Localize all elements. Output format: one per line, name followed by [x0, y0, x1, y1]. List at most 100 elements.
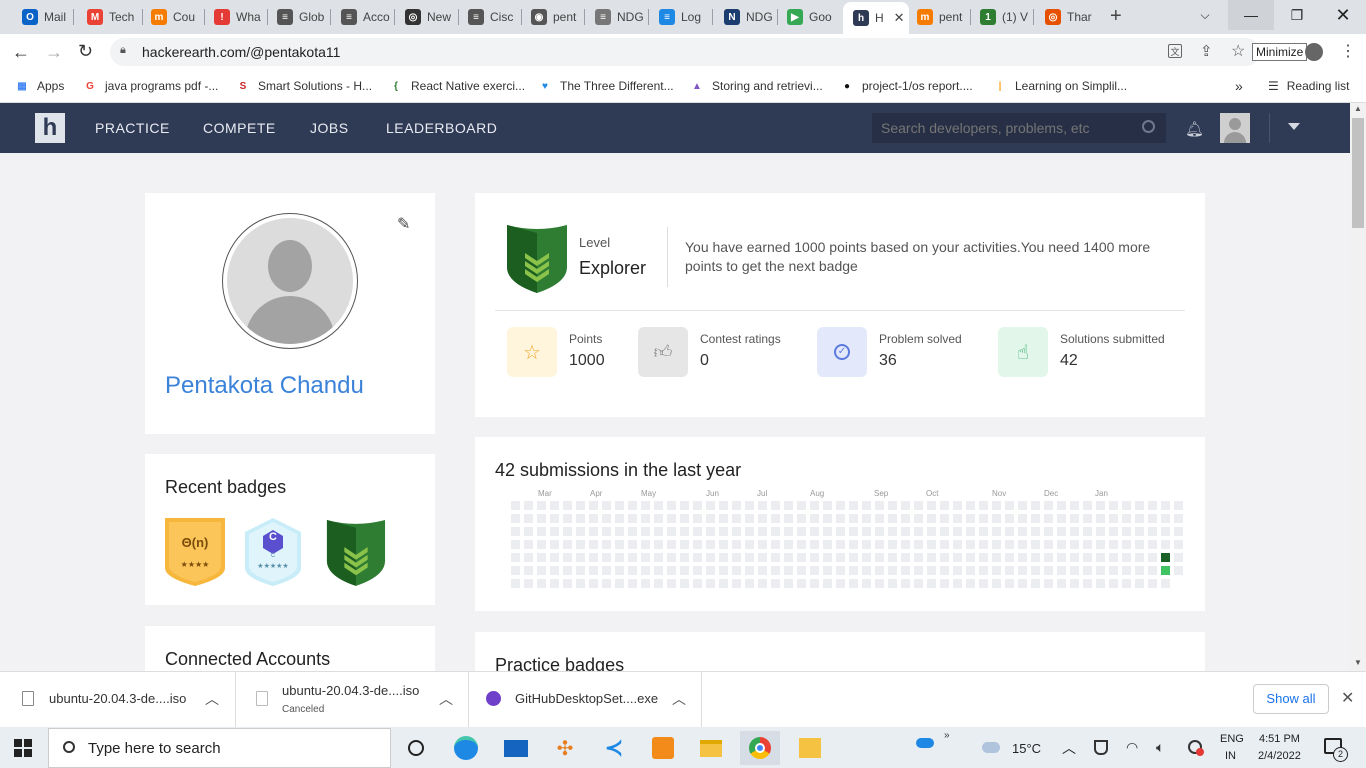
heatmap-cell[interactable]: [1109, 527, 1118, 536]
heatmap-cell[interactable]: [966, 579, 975, 588]
heatmap-cell[interactable]: [836, 514, 845, 523]
heatmap-cell[interactable]: [914, 501, 923, 510]
heatmap-cell[interactable]: [745, 566, 754, 575]
c-language-badge-icon[interactable]: [245, 518, 301, 586]
url-text[interactable]: hackerearth.com/@pentakota11: [142, 44, 340, 60]
heatmap-cell[interactable]: [693, 540, 702, 549]
heatmap-cell[interactable]: [511, 579, 520, 588]
download-item-2[interactable]: ubuntu-20.04.3-de....iso Canceled ︿: [237, 671, 469, 727]
heatmap-cell[interactable]: [576, 540, 585, 549]
heatmap-cell[interactable]: [771, 501, 780, 510]
browser-tab[interactable]: ≡ Log: [649, 4, 713, 30]
heatmap-cell[interactable]: [1174, 566, 1183, 575]
heatmap-cell[interactable]: [628, 553, 637, 562]
browser-tab[interactable]: ! Wha: [204, 4, 268, 30]
heatmap-cell[interactable]: [1122, 579, 1131, 588]
heatmap-cell[interactable]: [537, 540, 546, 549]
heatmap-cell[interactable]: [953, 514, 962, 523]
heatmap-cell[interactable]: [1083, 540, 1092, 549]
heatmap-cell[interactable]: [1044, 579, 1053, 588]
reload-icon[interactable]: ↻: [78, 41, 93, 62]
nav-leaderboard[interactable]: LEADERBOARD: [386, 120, 497, 136]
heatmap-cell[interactable]: [628, 514, 637, 523]
browser-tab[interactable]: ≡ Cisc: [458, 4, 522, 30]
heatmap-cell[interactable]: [849, 501, 858, 510]
close-downloads-icon[interactable]: ✕: [1341, 688, 1354, 708]
heatmap-cell[interactable]: [1044, 501, 1053, 510]
vscode-icon[interactable]: ≺: [594, 731, 634, 765]
heatmap-cell[interactable]: [628, 566, 637, 575]
heatmap-cell[interactable]: [823, 527, 832, 536]
heatmap-cell[interactable]: [927, 540, 936, 549]
heatmap-cell[interactable]: [641, 501, 650, 510]
heatmap-cell[interactable]: [1122, 514, 1131, 523]
heatmap-cell[interactable]: [745, 501, 754, 510]
heatmap-cell[interactable]: [823, 566, 832, 575]
clock-date[interactable]: 2/4/2022: [1258, 750, 1301, 762]
heatmap-cell[interactable]: [784, 501, 793, 510]
heatmap-cell[interactable]: [680, 514, 689, 523]
heatmap-cell[interactable]: [797, 514, 806, 523]
language-code[interactable]: ENG: [1220, 733, 1244, 745]
heatmap-cell[interactable]: [927, 579, 936, 588]
heatmap-cell[interactable]: [693, 501, 702, 510]
heatmap-cell[interactable]: [667, 501, 676, 510]
browser-tab[interactable]: ◉ pent: [521, 4, 585, 30]
heatmap-cell[interactable]: [1083, 527, 1092, 536]
heatmap-cell[interactable]: [836, 579, 845, 588]
heatmap-cell[interactable]: [576, 527, 585, 536]
complexity-badge-icon[interactable]: [165, 518, 225, 586]
heatmap-cell[interactable]: [706, 540, 715, 549]
heatmap-cell[interactable]: [1135, 527, 1144, 536]
user-avatar[interactable]: [1220, 113, 1250, 143]
heatmap-cell[interactable]: [589, 553, 598, 562]
heatmap-cell[interactable]: [797, 566, 806, 575]
heatmap-cell[interactable]: [1031, 540, 1040, 549]
heatmap-cell[interactable]: [1018, 540, 1027, 549]
heatmap-cell[interactable]: [1031, 514, 1040, 523]
heatmap-cell[interactable]: [1005, 566, 1014, 575]
heatmap-cell[interactable]: [550, 514, 559, 523]
bookmark-star-icon[interactable]: ☆: [1231, 41, 1245, 61]
heatmap-cell[interactable]: [992, 553, 1001, 562]
translate-icon[interactable]: 文: [1168, 44, 1182, 58]
heatmap-cell[interactable]: [914, 527, 923, 536]
heatmap-cell[interactable]: [862, 501, 871, 510]
heatmap-cell[interactable]: [1005, 579, 1014, 588]
heatmap-cell[interactable]: [953, 566, 962, 575]
heatmap-cell[interactable]: [1044, 566, 1053, 575]
heatmap-cell[interactable]: [524, 579, 533, 588]
heatmap-cell[interactable]: [875, 527, 884, 536]
heatmap-cell[interactable]: [1174, 540, 1183, 549]
heatmap-cell[interactable]: [836, 527, 845, 536]
heatmap-cell[interactable]: [1044, 514, 1053, 523]
heatmap-cell[interactable]: [1096, 566, 1105, 575]
heatmap-cell[interactable]: [706, 501, 715, 510]
heatmap-cell[interactable]: [719, 527, 728, 536]
heatmap-cell[interactable]: [888, 501, 897, 510]
heatmap-cell[interactable]: [1057, 514, 1066, 523]
heatmap-cell[interactable]: [1096, 553, 1105, 562]
heatmap-cell[interactable]: [784, 527, 793, 536]
heatmap-cell[interactable]: [589, 527, 598, 536]
heatmap-cell[interactable]: [550, 540, 559, 549]
explorer-recent-badge-icon[interactable]: [325, 518, 387, 586]
heatmap-cell[interactable]: [524, 501, 533, 510]
heatmap-cell[interactable]: [1005, 514, 1014, 523]
heatmap-cell[interactable]: [771, 579, 780, 588]
heatmap-cell[interactable]: [875, 579, 884, 588]
heatmap-cell[interactable]: [849, 579, 858, 588]
edge-icon[interactable]: [446, 731, 486, 765]
new-tab-button[interactable]: +: [1110, 5, 1122, 28]
heatmap-cell[interactable]: [1018, 553, 1027, 562]
heatmap-cell[interactable]: [524, 553, 533, 562]
heatmap-cell[interactable]: [992, 566, 1001, 575]
heatmap-cell[interactable]: [745, 579, 754, 588]
heatmap-cell[interactable]: [836, 553, 845, 562]
heatmap-cell[interactable]: [784, 514, 793, 523]
heatmap-cell[interactable]: [602, 527, 611, 536]
heatmap-cell[interactable]: [979, 514, 988, 523]
heatmap-cell[interactable]: [953, 527, 962, 536]
heatmap-cell[interactable]: [940, 527, 949, 536]
browser-tab[interactable]: ◎ New: [395, 4, 459, 30]
